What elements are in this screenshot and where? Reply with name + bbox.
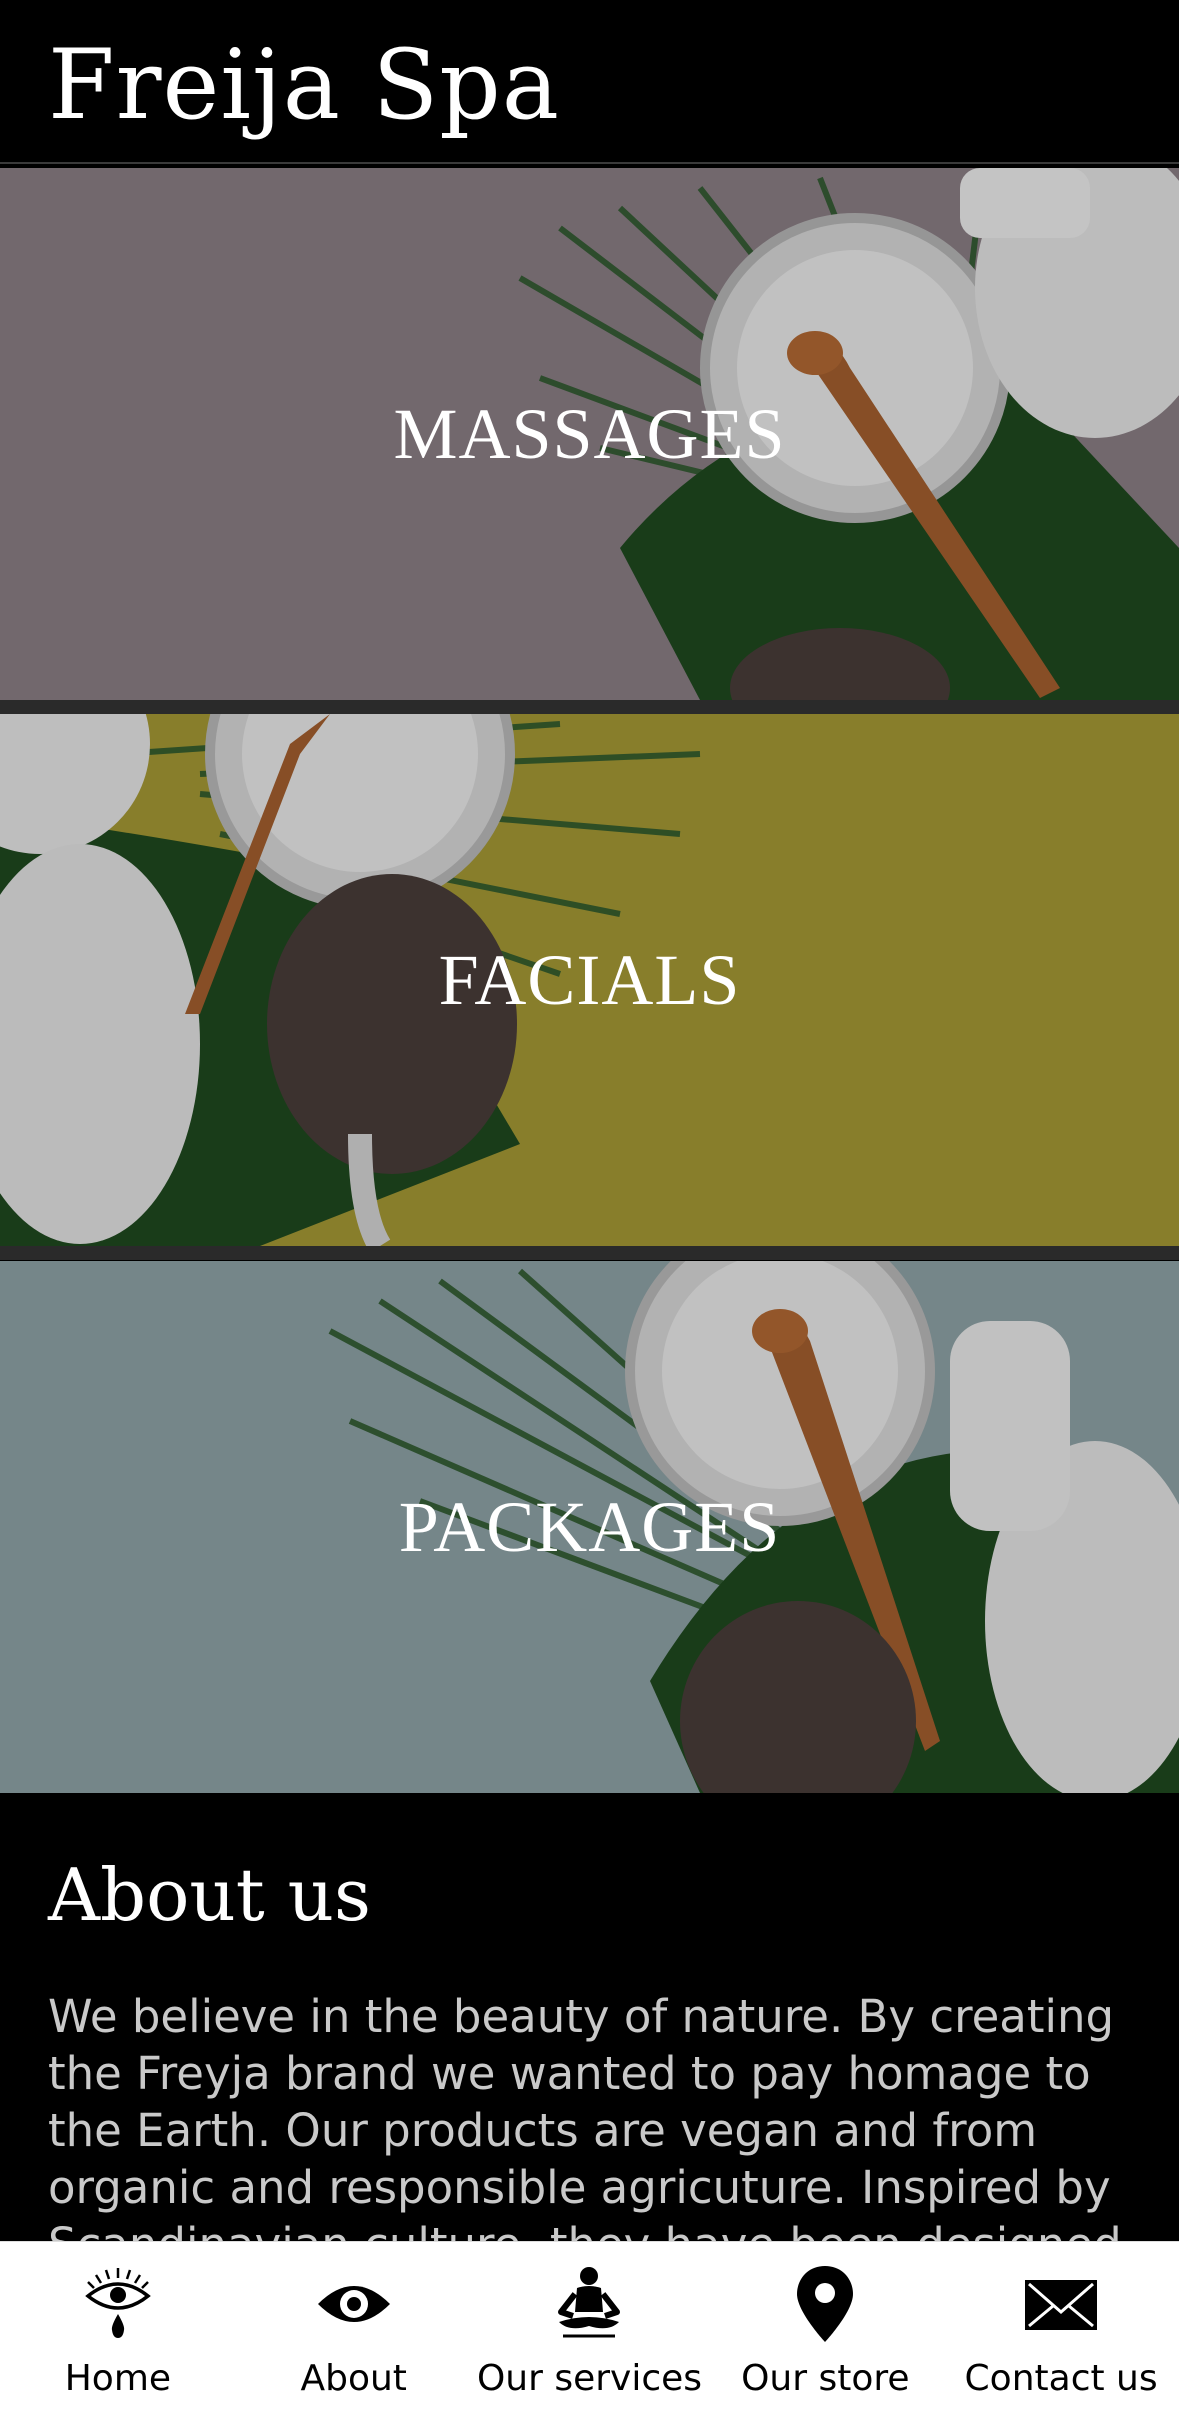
tab-home-label: Home [64,2358,172,2399]
tab-our-services[interactable]: Our services [472,2242,708,2436]
tab-contact-us-label: Contact us [964,2358,1158,2399]
tab-our-store-label: Our store [741,2358,910,2399]
tab-our-services-label: Our services [476,2358,703,2399]
packages-label: PACKAGES [398,1486,781,1567]
map-pin-icon [797,2266,854,2342]
eye-tear-icon [85,2268,151,2338]
facials-card[interactable]: FACIALS [0,714,1179,1246]
tab-our-store[interactable]: Our store [707,2242,943,2436]
packages-card[interactable]: PACKAGES [0,1261,1179,1793]
about-heading: About us [48,1853,371,1937]
meditation-icon [558,2267,621,2338]
card-divider [0,700,1179,714]
brand-title: Freija Spa [48,29,560,141]
eye-icon [317,2286,390,2322]
envelope-icon [1025,2280,1098,2330]
about-section: About us We believe in the beauty of nat… [0,1793,1179,2328]
card-divider [0,1246,1179,1260]
app-header: Freija Spa [0,0,1179,164]
bottom-tab-bar: Home About Our services Our store Contac… [0,2241,1179,2436]
tab-about[interactable]: About [236,2242,472,2436]
tab-about-label: About [300,2358,407,2399]
tab-contact-us[interactable]: Contact us [943,2242,1179,2436]
massages-label: MASSAGES [393,393,786,474]
massages-card[interactable]: MASSAGES [0,168,1179,700]
facials-label: FACIALS [438,939,741,1020]
tab-home[interactable]: Home [0,2242,236,2436]
